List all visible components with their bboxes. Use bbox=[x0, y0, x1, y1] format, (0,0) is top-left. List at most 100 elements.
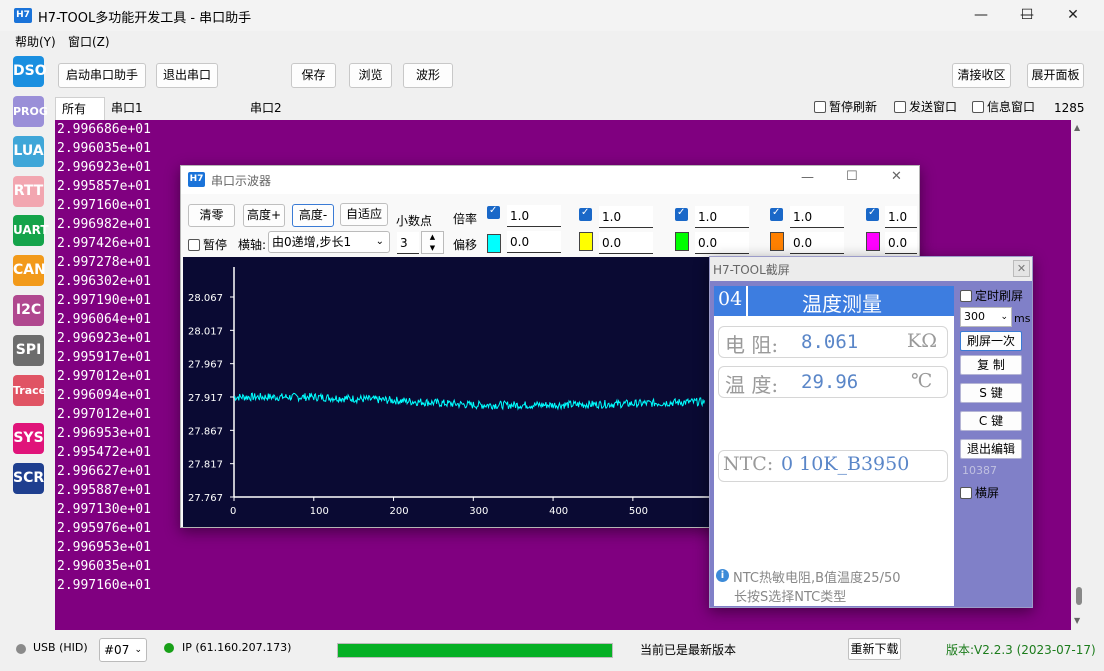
decimal-input[interactable]: 3 bbox=[397, 232, 419, 254]
channel5-offset-input[interactable]: 0.0 bbox=[885, 232, 917, 254]
channel3-enable-checkbox[interactable] bbox=[675, 207, 688, 221]
channel4-enable-checkbox[interactable] bbox=[770, 207, 783, 221]
start-serial-button[interactable]: 启动串口助手 bbox=[58, 63, 146, 88]
capture-title: H7-TOOL截屏 bbox=[713, 263, 790, 277]
ntc-value: 0 10K_B3950 bbox=[781, 453, 910, 475]
minimize-icon[interactable]: — bbox=[958, 0, 1004, 31]
scope-pause-checkbox[interactable]: 暂停 bbox=[188, 236, 227, 253]
chevron-down-icon: ⌄ bbox=[1000, 312, 1008, 322]
resistance-label: 电 阻: bbox=[725, 333, 779, 357]
channel3-color-swatch[interactable] bbox=[675, 232, 689, 251]
capture-close-icon[interactable]: ✕ bbox=[1013, 260, 1030, 277]
sidebar-can-button[interactable]: CAN bbox=[13, 255, 46, 286]
scroll-thumb[interactable] bbox=[1076, 587, 1082, 605]
axis-select[interactable]: 由0递增,步长1 ⌄ bbox=[268, 231, 390, 253]
receive-count: 1285 bbox=[1054, 101, 1085, 115]
exit-serial-button[interactable]: 退出串口 bbox=[156, 63, 218, 88]
decimal-spinner[interactable]: ▲ ▼ bbox=[421, 231, 444, 254]
tab-all[interactable]: 所有 bbox=[55, 97, 105, 120]
browse-button[interactable]: 浏览 bbox=[349, 63, 392, 88]
channel4-color-swatch[interactable] bbox=[770, 232, 784, 251]
clear-receive-button[interactable]: 清接收区 bbox=[952, 63, 1011, 88]
scale-label: 倍率 bbox=[453, 212, 478, 226]
x-tick-label: 400 bbox=[549, 506, 568, 517]
channel1-enable-checkbox[interactable] bbox=[487, 205, 500, 219]
scope-maximize-icon[interactable]: ☐ bbox=[846, 169, 858, 184]
close-icon[interactable]: ✕ bbox=[1050, 0, 1096, 31]
waveform-button[interactable]: 波形 bbox=[403, 63, 453, 88]
sidebar-scr-button[interactable]: SCR bbox=[13, 463, 44, 494]
channel3-scale-input[interactable]: 1.0 bbox=[695, 206, 749, 228]
s-key-button[interactable]: S 键 bbox=[960, 383, 1022, 403]
device-screen: 04 温度测量 电 阻: 8.061 KΩ 温 度: 29.96 ℃ NTC: … bbox=[714, 286, 954, 606]
maximize-icon[interactable]: ☐ bbox=[1004, 0, 1050, 31]
send-window-checkbox[interactable]: 发送窗口 bbox=[894, 98, 957, 115]
channel2-scale-input[interactable]: 1.0 bbox=[599, 206, 653, 228]
channel2-color-swatch[interactable] bbox=[579, 232, 593, 251]
channel3-offset-input[interactable]: 0.0 bbox=[695, 232, 749, 254]
series-line-channel1 bbox=[233, 392, 706, 411]
scope-titlebar: H7 串口示波器 — ☐ ✕ bbox=[181, 166, 919, 194]
sidebar-uart-button[interactable]: UART bbox=[13, 215, 49, 246]
channel4-offset-input[interactable]: 0.0 bbox=[790, 232, 844, 254]
channel1-scale-input[interactable]: 1.0 bbox=[507, 205, 561, 227]
sidebar-lua-button[interactable]: LUA bbox=[13, 136, 44, 167]
exit-edit-button[interactable]: 退出编辑 bbox=[960, 439, 1022, 459]
pause-refresh-checkbox[interactable]: 暂停刷新 bbox=[814, 98, 877, 115]
menu-window[interactable]: 窗口(Z) bbox=[68, 33, 110, 50]
x-tick-label: 300 bbox=[469, 506, 488, 517]
scope-close-icon[interactable]: ✕ bbox=[891, 169, 902, 184]
menu-help[interactable]: 帮助(Y) bbox=[15, 33, 56, 50]
interval-value: 300 bbox=[964, 310, 985, 323]
ntc-info-line2: 长按S选择NTC类型 bbox=[734, 590, 847, 605]
c-key-button[interactable]: C 键 bbox=[960, 411, 1022, 431]
y-tick-label: 28.067 bbox=[188, 293, 223, 304]
app-title: H7-TOOL多功能开发工具 - 串口助手 bbox=[38, 11, 252, 26]
channel5-enable-checkbox[interactable] bbox=[866, 207, 879, 221]
sidebar-spi-button[interactable]: SPI bbox=[13, 335, 44, 366]
channel5-color-swatch[interactable] bbox=[866, 232, 880, 251]
tab-port1[interactable]: 串口1【485/232/TTL】 bbox=[105, 97, 216, 137]
resistance-unit: KΩ bbox=[907, 330, 937, 352]
port-select[interactable]: #07 ⌄ bbox=[99, 638, 147, 662]
ip-status-icon bbox=[164, 643, 174, 653]
tab-port2[interactable]: 串口2【D0/D1】 bbox=[244, 97, 318, 137]
auto-fit-button[interactable]: 自适应 bbox=[340, 203, 388, 226]
channel1-offset-input[interactable]: 0.0 bbox=[507, 231, 561, 253]
refresh-once-button[interactable]: 刷屏一次 bbox=[960, 331, 1022, 351]
screen-header: 04 温度测量 bbox=[714, 286, 954, 316]
info-window-label: 信息窗口 bbox=[987, 100, 1036, 114]
screen-page-number: 04 bbox=[718, 288, 743, 310]
sidebar-i2c-button[interactable]: I2C bbox=[13, 295, 44, 326]
redownload-button[interactable]: 重新下载 bbox=[848, 638, 901, 660]
scope-minimize-icon[interactable]: — bbox=[801, 170, 814, 185]
channel2-enable-checkbox[interactable] bbox=[579, 207, 592, 221]
x-tick-label: 100 bbox=[310, 506, 329, 517]
main-titlebar: H7 H7-TOOL多功能开发工具 - 串口助手 — bbox=[0, 0, 1104, 31]
channel2-offset-input[interactable]: 0.0 bbox=[599, 232, 653, 254]
x-tick-label: 200 bbox=[390, 506, 409, 517]
scope-zero-button[interactable]: 清零 bbox=[188, 204, 235, 227]
sidebar-dso-button[interactable]: DSO bbox=[13, 56, 47, 87]
console-scrollbar[interactable]: ▲ ▼ bbox=[1071, 120, 1087, 630]
scroll-down-icon[interactable]: ▼ bbox=[1074, 616, 1080, 625]
expand-panel-button[interactable]: 展开面板 bbox=[1027, 63, 1084, 88]
timer-refresh-checkbox[interactable]: 定时刷屏 bbox=[960, 287, 1023, 304]
copy-button[interactable]: 复 制 bbox=[960, 355, 1022, 375]
sidebar-sys-button[interactable]: SYS bbox=[13, 423, 44, 454]
sidebar-rtt-button[interactable]: RTT bbox=[13, 176, 44, 207]
save-button[interactable]: 保存 bbox=[291, 63, 336, 88]
scroll-up-icon[interactable]: ▲ bbox=[1074, 123, 1080, 132]
height-minus-button[interactable]: 高度- bbox=[292, 204, 334, 227]
channel4-scale-input[interactable]: 1.0 bbox=[790, 206, 844, 228]
height-plus-button[interactable]: 高度+ bbox=[243, 204, 285, 227]
sidebar-trace-button[interactable]: Trace bbox=[13, 375, 46, 406]
sidebar-prog-button[interactable]: PROG bbox=[13, 96, 48, 127]
resistance-value: 8.061 bbox=[801, 331, 859, 353]
channel5-scale-input[interactable]: 1.0 bbox=[885, 206, 917, 228]
landscape-checkbox[interactable]: 横屏 bbox=[960, 484, 999, 501]
landscape-label: 横屏 bbox=[975, 486, 1000, 500]
channel1-color-swatch[interactable] bbox=[487, 234, 501, 253]
interval-select[interactable]: 300 ⌄ bbox=[960, 307, 1012, 327]
info-window-checkbox[interactable]: 信息窗口 bbox=[972, 98, 1035, 115]
